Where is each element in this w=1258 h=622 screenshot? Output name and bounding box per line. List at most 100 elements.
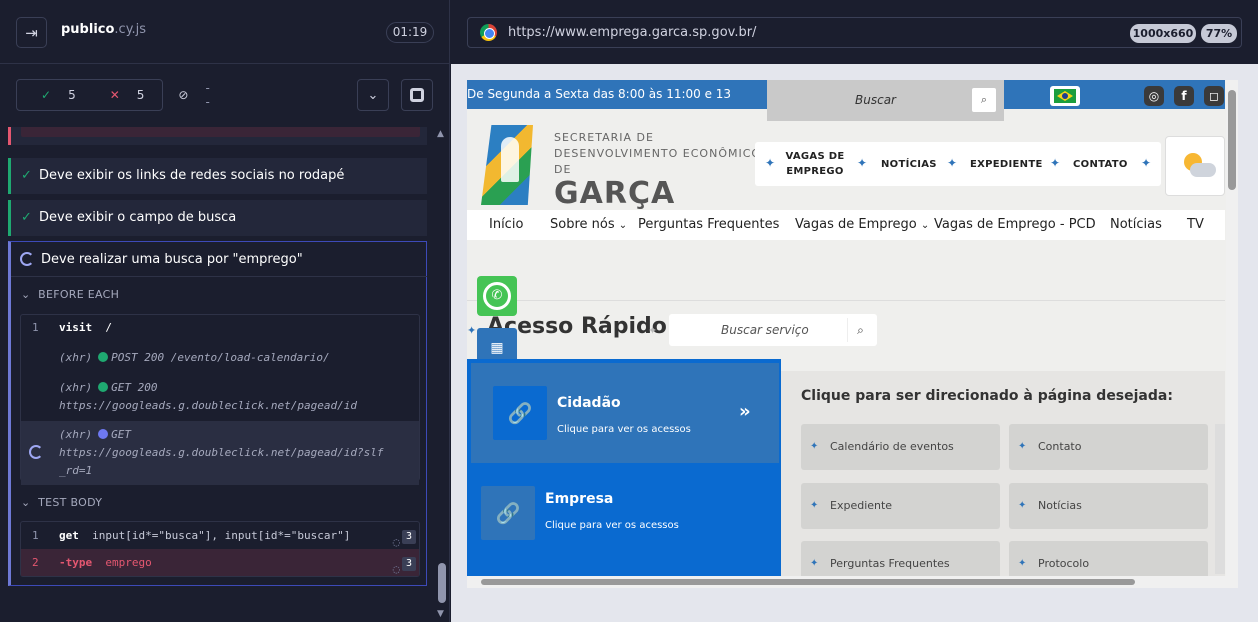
whatsapp-float-button[interactable]: ✆ [477,276,517,316]
menu-icon: ⇥ [25,23,38,42]
site-search-input[interactable]: Buscar [855,93,896,107]
collapse-button[interactable]: ⌄ [357,79,389,111]
quick-links-title: Clique para ser direcionado à página des… [801,388,1173,404]
pending-spinner-icon [29,445,43,459]
stop-button[interactable] [401,79,433,111]
star-icon: ✦ [467,324,477,337]
aut-url: https://www.emprega.garca.sp.gov.br/ [508,25,757,40]
card-subtitle: Clique para ver os acessos [545,520,679,531]
chevron-down-icon: ⌄ [618,220,628,231]
card-cidadao[interactable]: 🔗 Cidadão Clique para ver os acessos » [471,363,779,463]
site-search: Buscar ⌕ [767,80,1004,121]
card-title: Cidadão [557,395,621,411]
runner-scrollbar[interactable]: ▲ ▼ [435,127,449,622]
pending-icon: ⊘ [178,88,189,102]
check-icon: ✓ [21,210,32,225]
topnav-contato[interactable]: CONTATO [1073,142,1128,186]
chevron-down-icon: ⌄ [920,220,930,231]
city-name: GARÇA [554,176,676,211]
star-icon: ✦ [857,156,868,170]
command-row[interactable]: 1 visit / [21,321,419,343]
search-icon[interactable]: ⌕ [972,88,996,112]
site-logo[interactable] [481,125,533,205]
command-row[interactable]: 1 get input[id*="busca"], input[id*="busc… [21,522,419,549]
opening-hours: De Segunda a Sexta das 8:00 às 11:00 e 1… [467,87,732,101]
specs-menu-button[interactable]: ⇥ [16,17,47,48]
quick-access-cards: 🔗 Cidadão Clique para ver os acessos » 🔗… [467,359,781,588]
command-row-failed[interactable]: 2 -type emprego ◌ 3 [21,549,419,576]
quick-links-panel: Clique para ser direcionado à página des… [781,371,1225,588]
test-title: Deve exibir o campo de busca [39,210,237,225]
url-box[interactable]: https://www.emprega.garca.sp.gov.br/ 100… [467,17,1242,48]
quick-link-calendario[interactable]: Calendário de eventos [801,424,1000,470]
spec-name: publico [61,22,115,37]
test-item[interactable]: ✓ Deve exibir o campo de busca [8,200,427,236]
scrollbar-thumb[interactable] [1228,90,1236,190]
nav-vagas[interactable]: Vagas de Emprego ⌄ [795,217,929,232]
star-icon: ✦ [1050,156,1061,170]
nav-perguntas[interactable]: Perguntas Frequentes [638,217,779,232]
nav-noticias[interactable]: Notícias [1110,217,1162,232]
zoom-badge: 77% [1201,24,1237,43]
site-viewport: De Segunda a Sexta das 8:00 às 11:00 e 1… [467,80,1238,588]
site-vertical-scrollbar[interactable] [1226,80,1238,588]
spec-filename: publico.cy.js [61,22,146,37]
pending-count: ⊘ -- [178,81,210,109]
site-horizontal-scrollbar[interactable] [467,576,1226,588]
star-icon: ✦ [765,156,776,170]
quick-link-contato[interactable]: Contato [1009,424,1208,470]
whatsapp-icon: ✆ [483,282,511,310]
test-title: Deve exibir os links de redes sociais no… [39,168,345,183]
weather-icon [1165,136,1225,196]
main-nav: Início Sobre nós ⌄ Perguntas Frequentes … [467,210,1225,240]
nav-inicio[interactable]: Início [489,217,523,232]
nav-tv[interactable]: TV [1187,217,1204,232]
star-icon: ✦ [947,156,958,170]
nav-vagas-pcd[interactable]: Vagas de Emprego - PCD [934,217,1096,232]
chevron-down-icon: ⌄ [367,87,379,103]
topnav-vagas[interactable]: VAGAS DE EMPREGO [785,142,845,186]
link-icon: 🔗 [481,486,535,540]
xhr-row[interactable]: (xhr) GET 200 https://googleads.g.doublecl… [21,379,419,415]
scrollbar-thumb[interactable] [438,563,446,603]
check-icon: ✓ [21,168,32,183]
failed-count: ✕ 5 [109,88,145,102]
search-icon[interactable]: ⌕ [847,318,873,342]
stop-icon [410,88,424,102]
topnav-noticias[interactable]: NOTÍCIAS [881,142,937,186]
top-nav: ✦ VAGAS DE EMPREGO ✦ NOTÍCIAS ✦ EXPEDIEN… [755,142,1161,186]
aut-url-bar: https://www.emprega.garca.sp.gov.br/ 100… [451,0,1258,64]
check-icon: ✓ [41,88,52,102]
xhr-row[interactable]: (xhr) POST 200 /evento/load-calendario/ [21,351,419,379]
test-item[interactable]: ✓ Deve exibir os links de redes sociais … [8,158,427,194]
link-icon: 🔗 [493,386,547,440]
quick-link-noticias[interactable]: Notícias [1009,483,1208,529]
divider [467,300,1225,301]
chrome-icon [480,24,497,41]
status-dot-icon [98,352,109,362]
active-test-title-row[interactable]: Deve realizar uma busca por "emprego" [11,242,427,277]
topnav-expediente[interactable]: EXPEDIENTE [970,142,1043,186]
before-each-header[interactable]: ⌄ BEFORE EACH [21,288,119,301]
instagram-icon[interactable]: ◻ [1204,86,1224,106]
whatsapp-icon[interactable]: ◎ [1144,86,1164,106]
card-title: Empresa [545,491,614,507]
test-body-header[interactable]: ⌄ TEST BODY [21,496,102,509]
star-icon: ✦ [1141,156,1152,170]
spec-ext: .cy.js [114,22,147,37]
brazil-flag-icon[interactable] [1050,86,1080,106]
quick-link-expediente[interactable]: Expediente [801,483,1000,529]
card-empresa[interactable]: 🔗 Empresa Clique para ver os acessos [471,463,779,563]
active-test: Deve realizar uma busca por "emprego" ⌄ … [8,241,427,586]
active-test-title: Deve realizar uma busca por "emprego" [41,252,303,267]
runner-header: ⇥ publico.cy.js 01:19 [0,0,450,64]
status-dot-icon [98,382,109,392]
chevron-down-icon: ⌄ [21,496,31,509]
facebook-icon[interactable]: f [1174,86,1194,106]
nav-sobre[interactable]: Sobre nós ⌄ [550,217,627,232]
xhr-row-pending[interactable]: (xhr) GET https://googleads.g.doubleclick.… [21,421,419,485]
service-search-input[interactable]: Buscar serviço [721,323,809,337]
inner-scrollbar[interactable] [1215,424,1225,574]
passed-count: ✓ 5 [41,88,76,102]
scrollbar-thumb[interactable] [481,579,1135,585]
